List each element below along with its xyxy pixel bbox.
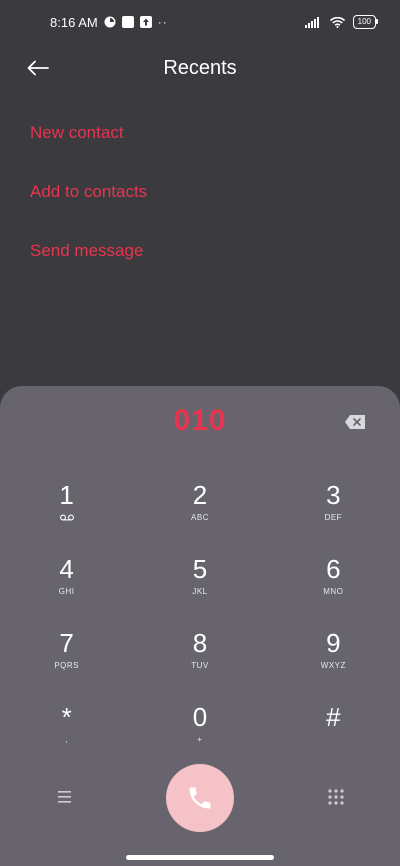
key-digit: 9: [326, 628, 341, 658]
key-8[interactable]: 8 TUV: [133, 628, 266, 702]
key-digit: 6: [326, 554, 341, 584]
key-letters: TUV: [191, 661, 209, 670]
key-letters: +: [197, 735, 203, 744]
phone-icon: [189, 787, 211, 809]
menu-button[interactable]: [55, 789, 75, 805]
key-digit: 3: [326, 480, 341, 510]
key-2[interactable]: 2 ABC: [133, 480, 266, 554]
key-letters: MNO: [323, 587, 344, 596]
key-9[interactable]: 9 WXYZ: [267, 628, 400, 702]
add-to-contacts-link[interactable]: Add to contacts: [30, 174, 147, 233]
key-5[interactable]: 5 JKL: [133, 554, 266, 628]
page-title: Recents: [163, 56, 237, 79]
key-digit: 4: [59, 554, 74, 584]
more-notifications-indicator: ··: [157, 15, 168, 29]
key-digit: #: [326, 702, 341, 732]
key-3[interactable]: 3 DEF: [267, 480, 400, 554]
arrow-left-icon: [27, 60, 49, 76]
status-time: 8:16 AM: [50, 14, 98, 30]
menu-icon: [58, 791, 71, 803]
key-digit: *: [61, 702, 72, 732]
key-digit: 0: [192, 702, 208, 732]
dialer-bottom-row: [0, 764, 400, 834]
key-letters: WXYZ: [320, 661, 346, 670]
key-digit: 5: [192, 554, 208, 584]
notification-app-icon: [104, 16, 116, 28]
key-6[interactable]: 6 MNO: [267, 554, 400, 628]
status-left: 8:16 AM ··: [50, 15, 168, 30]
notification-square-icon: [121, 16, 134, 28]
dialpad-icon: [328, 789, 344, 805]
key-letters: PQRS: [54, 661, 79, 670]
back-button[interactable]: [20, 52, 56, 84]
key-digit: 1: [59, 480, 74, 510]
call-button[interactable]: [166, 764, 234, 832]
action-list: New contact Add to contacts Send message: [30, 115, 147, 292]
key-letters: ,: [65, 735, 69, 744]
new-contact-link[interactable]: New contact: [30, 115, 147, 174]
header: Recents: [0, 46, 400, 90]
signal-icon: [304, 16, 319, 28]
battery-icon: 100: [352, 15, 379, 29]
dialed-number[interactable]: 010: [0, 404, 400, 438]
key-1[interactable]: 1: [0, 480, 133, 554]
key-letters: GHI: [58, 587, 75, 596]
backspace-button[interactable]: [344, 414, 366, 430]
wifi-icon: [329, 16, 345, 28]
key-digit: 7: [59, 628, 74, 658]
key-letters: DEF: [324, 513, 343, 522]
keypad: 1 2 ABC 3 DEF 4 GHI 5 JKL 6 MNO 7 PQRS 8…: [0, 480, 400, 776]
home-indicator[interactable]: [126, 855, 274, 860]
key-4[interactable]: 4 GHI: [0, 554, 133, 628]
key-letters: JKL: [192, 587, 208, 596]
upload-notification-icon: [139, 16, 152, 28]
key-letters: ABC: [191, 513, 209, 522]
key-7[interactable]: 7 PQRS: [0, 628, 133, 702]
voicemail-icon: [59, 514, 74, 521]
key-digit: 8: [192, 628, 208, 658]
dialpad-toggle-button[interactable]: [327, 788, 345, 806]
backspace-icon: [345, 415, 365, 429]
send-message-link[interactable]: Send message: [30, 233, 147, 292]
key-digit: 2: [192, 480, 208, 510]
dial-sheet: 010 1 2 ABC 3 DEF 4 GHI 5 JKL 6 MNO 7 PQ…: [0, 386, 400, 866]
status-right: 100: [304, 15, 379, 29]
status-bar: 8:16 AM ·· 100: [0, 0, 400, 44]
